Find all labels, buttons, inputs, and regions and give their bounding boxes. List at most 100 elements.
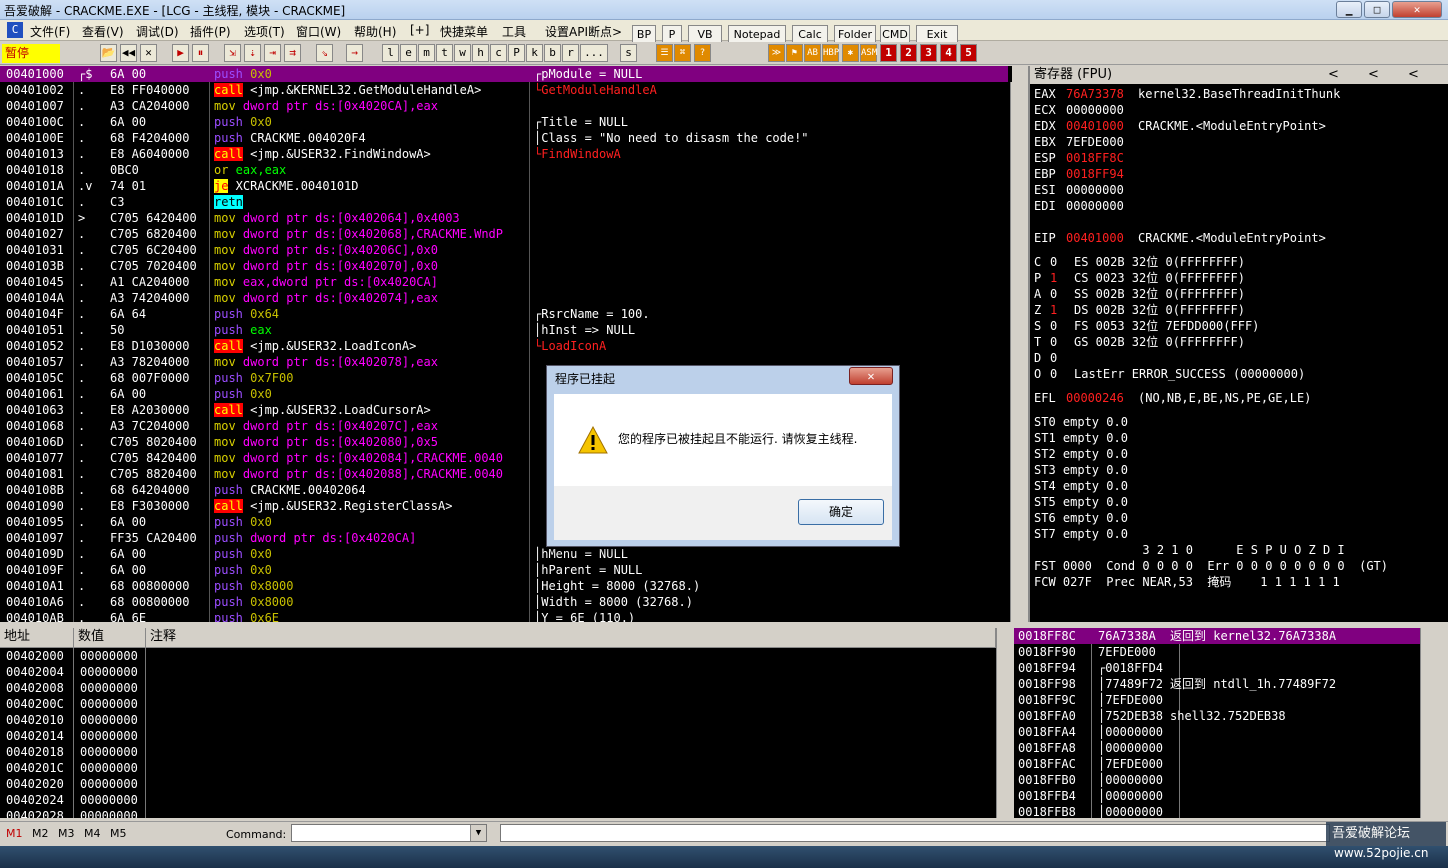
memory-tab[interactable]: M5	[110, 827, 127, 840]
disasm-row[interactable]: 00401027. C705 6820400 mov dword ptr ds:[0…	[0, 226, 1008, 242]
toolbar-letter-button[interactable]: r	[562, 44, 579, 62]
stack-row[interactable]: 0018FFAC │7EFDE000	[1014, 756, 1420, 772]
execute-till-return-icon[interactable]: ⇘	[316, 44, 333, 62]
stack-row[interactable]: 0018FFA8 │00000000	[1014, 740, 1420, 756]
pause-icon[interactable]: ⏸	[192, 44, 209, 62]
stack-scrollbar[interactable]	[1420, 628, 1436, 818]
disasm-row[interactable]: 00401002. E8 FF040000 call <jmp.&KERNEL32.…	[0, 82, 1008, 98]
menu-item[interactable]: 插件(P)	[190, 23, 231, 40]
menu-item[interactable]: 设置API断点>	[545, 23, 622, 40]
dump-col-value[interactable]: 数值	[74, 628, 146, 648]
list-icon[interactable]: ☰	[656, 44, 673, 62]
trace-over-icon[interactable]: ⇉	[284, 44, 301, 62]
maximize-button[interactable]: □	[1364, 1, 1390, 18]
hbp-icon[interactable]: HBP	[822, 44, 839, 62]
disasm-row[interactable]: 00401000 ┌$ 6A 00 push 0x0 ┌pModule = NULL	[0, 66, 1008, 82]
minimize-button[interactable]: ▁	[1336, 1, 1362, 18]
memory-tab[interactable]: M3	[58, 827, 75, 840]
menu-item[interactable]: 查看(V)	[82, 23, 124, 40]
disasm-row[interactable]: 0040103B. C705 7020400 mov dword ptr ds:[0…	[0, 258, 1008, 274]
stack-row[interactable]: 0018FF90 7EFDE000	[1014, 644, 1420, 660]
open-icon[interactable]: 📂	[100, 44, 117, 62]
plugin-icon-2[interactable]: ⚑	[786, 44, 803, 62]
dump-col-comment[interactable]: 注释	[146, 628, 996, 648]
dump-col-address[interactable]: 地址	[0, 628, 74, 648]
goto-icon[interactable]: →	[346, 44, 363, 62]
chevron-down-icon[interactable]: ▼	[470, 825, 486, 841]
window-icon[interactable]: ⌘	[674, 44, 691, 62]
disasm-row[interactable]: 0040101D > C705 6420400 mov dword ptr ds:[0…	[0, 210, 1008, 226]
close-icon[interactable]: ✕	[140, 44, 157, 62]
menu-item[interactable]: 选项(T)	[244, 23, 285, 40]
disasm-row[interactable]: 00401052. E8 D1030000 call <jmp.&USER32.Lo…	[0, 338, 1008, 354]
toolbar-number-button[interactable]: 5	[960, 44, 977, 62]
disasm-row[interactable]: 00401007. A3 CA204000 mov dword ptr ds:[0x…	[0, 98, 1008, 114]
disasm-row[interactable]: 00401051. 50 push eax │hInst => NULL	[0, 322, 1008, 338]
reg-arrow-left-3[interactable]: <	[1408, 66, 1419, 84]
disasm-row[interactable]: 004010A6. 68 00800000 push 0x8000 │Width = …	[0, 594, 1008, 610]
fpu-st-line[interactable]: ST6 empty 0.0	[1034, 510, 1128, 526]
disasm-row[interactable]: 0040101A .v 74 01 je XCRACKME.0040101D	[0, 178, 1008, 194]
register-value[interactable]: 00000000	[1066, 102, 1124, 118]
toolbar-letter-button[interactable]: s	[620, 44, 637, 62]
register-value[interactable]: 76A73378	[1066, 86, 1124, 102]
flag-value[interactable]: 0	[1050, 334, 1057, 350]
dump-pane[interactable]: 00402000 00000000 00402004 00000000 00402008…	[0, 648, 996, 818]
ok-button[interactable]: 确定	[798, 499, 884, 525]
registers-pane[interactable]: 寄存器 (FPU) < < < EAX 76A73378 kernel32.Base…	[1028, 66, 1448, 622]
disasm-row[interactable]: 00401031. C705 6C20400 mov dword ptr ds:[0…	[0, 242, 1008, 258]
fpu-st-line[interactable]: ST7 empty 0.0	[1034, 526, 1128, 542]
toolbar-number-button[interactable]: 3	[920, 44, 937, 62]
command-input[interactable]: ▼	[291, 824, 487, 842]
plugin-icon-3[interactable]: AB	[804, 44, 821, 62]
fpu-st-line[interactable]: ST5 empty 0.0	[1034, 494, 1128, 510]
register-value[interactable]: 00401000	[1066, 118, 1124, 134]
toolbar-letter-button[interactable]: c	[490, 44, 507, 62]
register-value[interactable]: 0018FF94	[1066, 166, 1124, 182]
fpu-st-line[interactable]: ST2 empty 0.0	[1034, 446, 1128, 462]
toolbar-number-button[interactable]: 1	[880, 44, 897, 62]
register-value[interactable]: 0018FF8C	[1066, 150, 1124, 166]
stack-row[interactable]: 0018FFB0 │00000000	[1014, 772, 1420, 788]
stack-row[interactable]: 0018FFB8 │00000000	[1014, 804, 1420, 818]
stack-row[interactable]: 0018FFB4 │00000000	[1014, 788, 1420, 804]
menu-item[interactable]: 调试(D)	[136, 23, 179, 40]
menu-item[interactable]: 快捷菜单	[440, 23, 488, 40]
toolbar-number-button[interactable]: 2	[900, 44, 917, 62]
flag-value[interactable]: 1	[1050, 302, 1057, 318]
help-icon[interactable]: ?	[694, 44, 711, 62]
toolbar-letter-button[interactable]: t	[436, 44, 453, 62]
stack-row[interactable]: 0018FF8C 76A7338A 返回到 kernel32.76A7338A	[1014, 628, 1420, 644]
toolbar-letter-button[interactable]: w	[454, 44, 471, 62]
reg-arrow-left-2[interactable]: <	[1368, 66, 1379, 84]
fpu-st-line[interactable]: ST4 empty 0.0	[1034, 478, 1128, 494]
flag-value[interactable]: 0	[1050, 254, 1057, 270]
fpu-st-line[interactable]: ST3 empty 0.0	[1034, 462, 1128, 478]
run-icon[interactable]: ▶	[172, 44, 189, 62]
plugin-icon-1[interactable]: ≫	[768, 44, 785, 62]
disasm-row[interactable]: 0040100C. 6A 00 push 0x0 ┌Title = NULL	[0, 114, 1008, 130]
menu-item[interactable]: [+]	[410, 23, 429, 37]
disasm-scrollbar[interactable]	[1010, 82, 1026, 622]
disasm-row[interactable]: 0040104A. A3 74204000 mov dword ptr ds:[0x…	[0, 290, 1008, 306]
stack-row[interactable]: 0018FF98 │77489F72 返回到 ntdll_1h.77489F72	[1014, 676, 1420, 692]
dialog-close-button[interactable]: ✕	[849, 367, 893, 385]
stack-row[interactable]: 0018FF94 ┌0018FFD4	[1014, 660, 1420, 676]
stack-row[interactable]: 0018FFA0 │752DEB38 shell32.752DEB38	[1014, 708, 1420, 724]
reg-arrow-left-1[interactable]: <	[1328, 66, 1339, 84]
efl-line[interactable]: EFL 00000246 (NO,NB,E,BE,NS,PE,GE,LE)	[1034, 390, 1311, 406]
disasm-row[interactable]: 00401018. 0BC0 or eax,eax	[0, 162, 1008, 178]
step-over-icon[interactable]: ⇣	[244, 44, 261, 62]
register-value[interactable]: 00000000	[1066, 182, 1124, 198]
dump-scrollbar[interactable]	[996, 628, 1012, 818]
toolbar-letter-button[interactable]: l	[382, 44, 399, 62]
stack-row[interactable]: 0018FFA4 │00000000	[1014, 724, 1420, 740]
flag-value[interactable]: 0	[1050, 318, 1057, 334]
rewind-icon[interactable]: ◀◀	[120, 44, 137, 62]
disasm-row[interactable]: 004010A1. 68 00800000 push 0x8000 │Height =…	[0, 578, 1008, 594]
register-value[interactable]: 00000000	[1066, 198, 1124, 214]
memory-tab[interactable]: M4	[84, 827, 101, 840]
disasm-row[interactable]: 0040109D. 6A 00 push 0x0 │hMenu = NULL	[0, 546, 1008, 562]
toolbar-letter-button[interactable]: b	[544, 44, 561, 62]
flag-value[interactable]: 1	[1050, 270, 1057, 286]
